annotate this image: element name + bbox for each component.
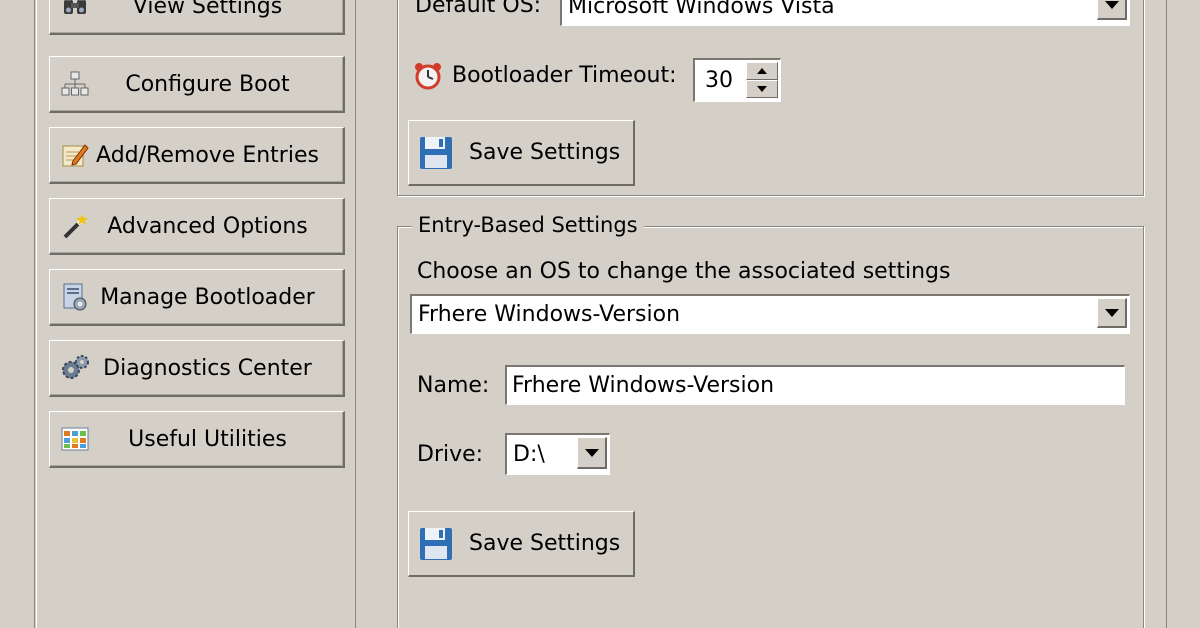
main-panel: Default OS: Microsoft Windows Vista Boot… bbox=[357, 0, 1166, 628]
drive-value: D:\ bbox=[513, 442, 545, 467]
arrow-up-icon bbox=[757, 68, 767, 74]
sidebar: View Settings Configure Boot Add/Remove … bbox=[36, 0, 356, 628]
choose-os-label: Choose an OS to change the associated se… bbox=[417, 259, 951, 284]
sidebar-item-advanced-options[interactable]: Advanced Options bbox=[49, 198, 345, 255]
save-global-settings-button[interactable]: Save Settings bbox=[408, 120, 635, 186]
floppy-disk-icon bbox=[419, 527, 453, 561]
name-input[interactable]: Frhere Windows-Version bbox=[505, 365, 1125, 405]
sidebar-item-manage-bootloader[interactable]: Manage Bootloader bbox=[49, 269, 345, 326]
arrow-down-icon bbox=[757, 86, 767, 92]
entry-os-select[interactable]: Frhere Windows-Version bbox=[410, 294, 1130, 334]
app-window: View Settings Configure Boot Add/Remove … bbox=[0, 0, 1200, 628]
default-os-select[interactable]: Microsoft Windows Vista bbox=[560, 0, 1130, 26]
entry-os-value: Frhere Windows-Version bbox=[418, 302, 681, 327]
entry-based-settings-title: Entry-Based Settings bbox=[412, 213, 644, 237]
sidebar-item-label: Useful Utilities bbox=[128, 426, 287, 452]
default-os-label: Default OS: bbox=[415, 0, 542, 18]
bootloader-timeout-label: Bootloader Timeout: bbox=[452, 63, 677, 88]
default-os-value: Microsoft Windows Vista bbox=[568, 0, 835, 19]
chevron-down-icon[interactable] bbox=[1097, 0, 1127, 20]
sidebar-item-label: View Settings bbox=[132, 0, 283, 19]
bootloader-timeout-spinner[interactable]: 30 bbox=[693, 58, 781, 102]
drive-select[interactable]: D:\ bbox=[505, 433, 610, 475]
sidebar-item-label: Add/Remove Entries bbox=[96, 142, 319, 168]
save-button-label: Save Settings bbox=[469, 531, 621, 556]
sidebar-item-add-remove-entries[interactable]: Add/Remove Entries bbox=[49, 127, 345, 184]
save-button-label: Save Settings bbox=[469, 140, 621, 165]
window-left-edge bbox=[0, 0, 35, 628]
bootloader-icon bbox=[60, 282, 90, 312]
chevron-down-icon[interactable] bbox=[577, 437, 607, 469]
alarm-clock-icon bbox=[413, 61, 443, 91]
sidebar-item-diagnostics-center[interactable]: Diagnostics Center bbox=[49, 340, 345, 397]
chevron-down-icon[interactable] bbox=[1097, 298, 1127, 328]
sidebar-item-label: Advanced Options bbox=[107, 213, 308, 239]
spin-down-button[interactable] bbox=[746, 80, 778, 98]
drive-label: Drive: bbox=[417, 442, 484, 467]
sidebar-item-label: Diagnostics Center bbox=[103, 355, 312, 381]
spin-up-button[interactable] bbox=[746, 62, 778, 80]
magic-wand-icon bbox=[60, 211, 90, 241]
sidebar-item-label: Configure Boot bbox=[125, 71, 290, 97]
window-right-edge bbox=[1166, 0, 1200, 628]
edit-entry-icon bbox=[60, 140, 90, 170]
sidebar-item-useful-utilities[interactable]: Useful Utilities bbox=[49, 411, 345, 468]
floppy-disk-icon bbox=[419, 136, 453, 170]
sidebar-item-configure-boot[interactable]: Configure Boot bbox=[49, 56, 345, 113]
save-entry-settings-button[interactable]: Save Settings bbox=[408, 511, 635, 577]
sidebar-item-label: Manage Bootloader bbox=[100, 284, 315, 310]
gears-icon bbox=[60, 353, 90, 383]
bootloader-timeout-value: 30 bbox=[705, 68, 733, 93]
binoculars-icon bbox=[60, 0, 90, 21]
sidebar-item-view-settings[interactable]: View Settings bbox=[49, 0, 345, 35]
name-label: Name: bbox=[417, 373, 490, 398]
sitemap-icon bbox=[60, 69, 90, 99]
name-input-value: Frhere Windows-Version bbox=[512, 373, 775, 398]
grid-icon bbox=[60, 424, 90, 454]
